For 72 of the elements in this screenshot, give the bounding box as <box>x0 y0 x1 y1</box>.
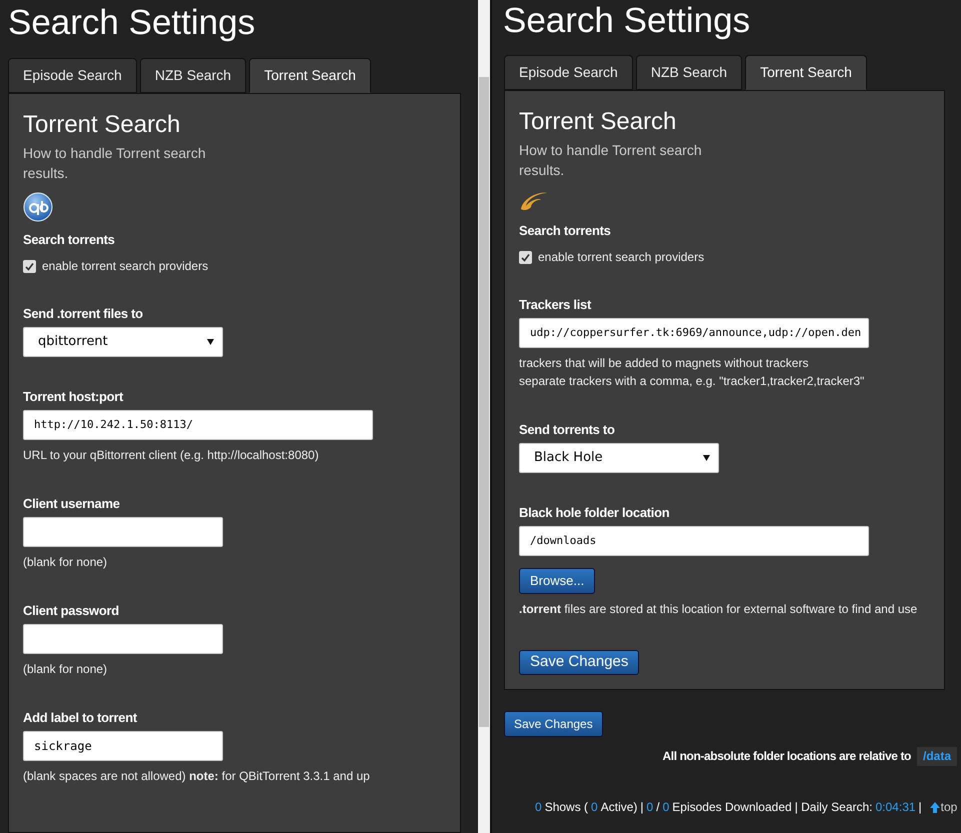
help-text: (blank for none) <box>23 662 108 676</box>
stat-label: | <box>640 800 644 815</box>
up-arrow-icon <box>930 802 940 813</box>
stat-count: 0 <box>591 800 598 815</box>
tab[interactable]: Episode Search <box>8 58 137 93</box>
text-field[interactable]: /downloads <box>519 526 869 556</box>
text-field[interactable] <box>23 624 223 654</box>
select-value: Black Hole <box>534 449 603 468</box>
field-label: Send torrents to <box>519 422 616 437</box>
select-field[interactable]: Black Hole <box>519 443 719 473</box>
field-label: Client username <box>23 496 121 511</box>
stat-count: 0 <box>646 800 654 815</box>
text-field[interactable]: udp://coppersurfer.tk:6969/announce,udp://open.den <box>519 318 869 348</box>
checkbox-label: enable torrent search providers <box>42 259 208 274</box>
help-text: trackers that will be added to magnets without trackers <box>519 356 808 370</box>
checkbox[interactable] <box>519 251 532 264</box>
dropdown-arrow-icon <box>703 455 710 461</box>
help-text: .torrent files are stored at this location for external software to find and use <box>519 602 918 616</box>
scrollbar[interactable] <box>478 0 490 833</box>
tab[interactable]: Torrent Search <box>745 55 867 90</box>
text-field[interactable]: sickrage <box>23 731 223 761</box>
field-label: Search torrents <box>23 232 116 247</box>
help-text: (blank spaces are not allowed) note: for QBitTorrent 3.3.1 and up <box>23 769 370 783</box>
field-value: udp://coppersurfer.tk:6969/announce,udp://open.den <box>530 324 862 341</box>
field-label: Torrent host:port <box>23 389 124 404</box>
field-value: sickrage <box>34 738 92 755</box>
stat-label: Episodes Downloaded <box>672 800 792 815</box>
field-label: Search torrents <box>519 223 612 238</box>
select-field[interactable]: qbittorrent <box>23 327 223 357</box>
browse-button[interactable]: Browse... <box>519 568 596 594</box>
field-label: Add label to torrent <box>23 710 138 725</box>
field-label: Trackers list <box>519 297 592 312</box>
stat-count: 0 <box>535 800 542 815</box>
field-label: Client password <box>23 603 120 618</box>
check-icon <box>25 262 34 271</box>
field-value: /downloads <box>530 532 596 549</box>
stat-label: / <box>656 800 660 815</box>
data-path: /data <box>916 746 957 766</box>
stat-count: 0:04:31 <box>876 800 916 815</box>
text-field[interactable] <box>23 517 223 547</box>
qb-logo-icon <box>23 192 53 222</box>
help-text: separate trackers with a comma, e.g. "tracker1,tracker2,tracker3" <box>519 374 864 388</box>
help-text: (blank for none) <box>23 555 108 569</box>
relative-path-note: All non-absolute folder locations are relative to <box>662 748 911 764</box>
check-icon <box>521 253 530 262</box>
stat-count: 0 <box>662 800 670 815</box>
checkbox-label: enable torrent search providers <box>538 250 704 265</box>
page-title: Search Settings <box>502 0 752 42</box>
section-description: How to handle Torrent search results. <box>23 144 207 183</box>
field-label: Send .torrent files to <box>23 306 144 321</box>
field-value: http://10.242.1.50:8113/ <box>34 416 193 433</box>
checkbox[interactable] <box>23 260 36 273</box>
text-field[interactable]: http://10.242.1.50:8113/ <box>23 410 373 440</box>
select-value: qbittorrent <box>38 333 108 352</box>
dropdown-arrow-icon <box>207 339 214 345</box>
section-heading: Torrent Search <box>519 107 678 137</box>
tab[interactable]: Episode Search <box>504 55 633 90</box>
section-description: How to handle Torrent search results. <box>519 141 703 180</box>
help-text: URL to your qBittorrent client (e.g. http://localhost:8080) <box>23 448 319 462</box>
stat-label: | <box>918 800 922 815</box>
top-link[interactable]: top <box>930 800 958 815</box>
stat-label: | Daily Search: <box>794 800 872 815</box>
stat-label: Active) <box>600 800 638 815</box>
stat-label: Shows ( <box>544 800 588 815</box>
tab[interactable]: NZB Search <box>636 55 742 90</box>
tab[interactable]: Torrent Search <box>249 58 371 93</box>
save-changes-button[interactable]: Save Changes <box>504 710 603 737</box>
tab[interactable]: NZB Search <box>140 58 246 93</box>
save-changes-button[interactable]: Save Changes <box>519 650 640 675</box>
page-title: Search Settings <box>7 2 256 44</box>
field-label: Black hole folder location <box>519 505 670 520</box>
section-heading: Torrent Search <box>23 110 182 140</box>
